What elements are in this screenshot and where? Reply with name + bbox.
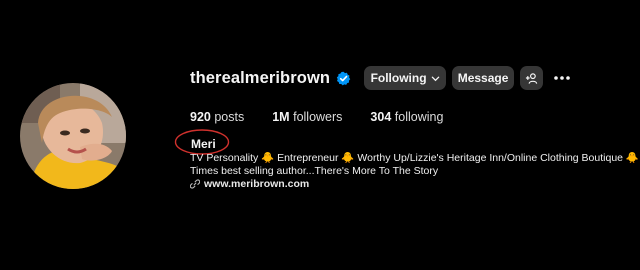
message-button[interactable]: Message bbox=[452, 66, 515, 90]
profile-link[interactable]: www.meribrown.com bbox=[190, 178, 309, 190]
profile-header: therealmeribrown Following Message bbox=[190, 66, 571, 90]
following-label: following bbox=[394, 110, 444, 124]
chevron-down-icon bbox=[431, 76, 439, 81]
more-options-icon[interactable] bbox=[553, 69, 571, 87]
link-url[interactable]: www.meribrown.com bbox=[204, 178, 309, 190]
verified-badge-icon bbox=[336, 71, 351, 86]
bio-line: TV Personality 🐥 Entrepreneur 🐥 Worthy U… bbox=[190, 152, 640, 164]
posts-stat: 920 posts bbox=[190, 110, 244, 124]
followers-label: followers bbox=[293, 110, 343, 124]
link-icon bbox=[190, 179, 200, 189]
following-button[interactable]: Following bbox=[364, 66, 447, 90]
suggest-accounts-button[interactable] bbox=[520, 66, 544, 90]
following-button-label: Following bbox=[370, 71, 427, 85]
add-user-icon bbox=[525, 72, 538, 84]
followers-count: 1M bbox=[272, 110, 290, 124]
followers-stat[interactable]: 1M followers bbox=[272, 110, 342, 124]
message-button-label: Message bbox=[457, 71, 509, 85]
username: therealmeribrown bbox=[190, 68, 331, 87]
following-count: 304 bbox=[370, 110, 392, 124]
profile-bio: TV Personality 🐥 Entrepreneur 🐥 Worthy U… bbox=[190, 152, 640, 178]
profile-avatar[interactable] bbox=[20, 83, 126, 189]
profile-stats: 920 posts 1M followers 304 following bbox=[190, 110, 471, 124]
following-stat[interactable]: 304 following bbox=[370, 110, 443, 124]
posts-label: posts bbox=[214, 110, 245, 124]
posts-count: 920 bbox=[190, 110, 211, 124]
bio-line: Times best selling author...There's More… bbox=[190, 165, 439, 177]
